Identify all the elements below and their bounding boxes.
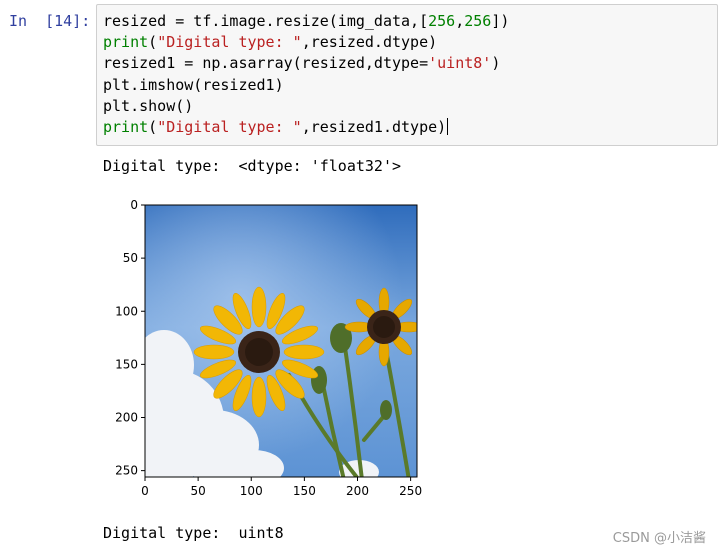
code-line-1: resized = tf.image.resize(img_data,[256,… [103,12,510,30]
y-tick-label: 250 [115,464,138,478]
x-axis: 0 50 100 150 200 250 [141,477,422,498]
code-line-2: print("Digital type: ",resized.dtype) [103,33,438,52]
sunflower-image [145,205,417,477]
x-tick-label: 50 [190,484,205,498]
code-cell-input[interactable]: resized = tf.image.resize(img_data,[256,… [96,4,718,146]
output-line-dtype-uint8: Digital type: uint8 [103,524,284,542]
code-line-5: plt.show() [103,96,194,115]
x-tick-label: 0 [141,484,149,498]
code-line-3: resized1 = np.asarray(resized,dtype='uin… [103,54,501,73]
output-line-dtype-float32: Digital type: <dtype: 'float32'> [103,157,402,175]
y-tick-label: 50 [123,251,138,265]
x-tick-label: 250 [399,484,422,498]
text-cursor [447,118,449,136]
x-tick-label: 150 [293,484,316,498]
code-line-6: print("Digital type: ",resized1.dtype) [103,118,449,137]
y-tick-label: 200 [115,411,138,425]
imshow-plot: 0 50 100 150 200 250 0 50 100 150 200 250 [115,198,422,498]
cell-prompt: In [14]: [9,12,91,30]
x-tick-label: 100 [240,484,263,498]
y-axis: 0 50 100 150 200 250 [115,198,145,478]
watermark: CSDN @小洁酱 [612,531,706,546]
x-tick-label: 200 [346,484,369,498]
y-tick-label: 150 [115,357,138,371]
code-line-4: plt.imshow(resized1) [103,75,284,94]
y-tick-label: 0 [130,198,138,212]
code-editor[interactable]: resized = tf.image.resize(img_data,[256,… [103,11,509,138]
y-tick-label: 100 [115,304,138,318]
